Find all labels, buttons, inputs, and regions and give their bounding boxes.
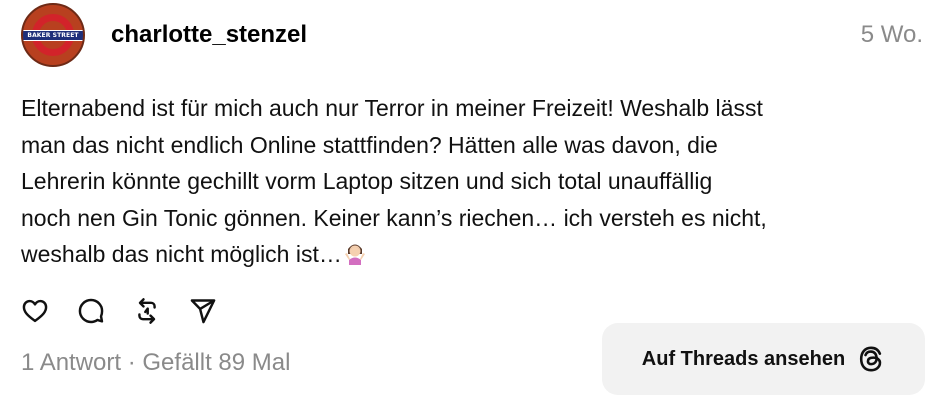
post-timestamp: 5 Wo. bbox=[860, 21, 923, 48]
post-text: Elternabend ist für mich auch nur Terror… bbox=[21, 95, 767, 267]
comment-icon bbox=[78, 298, 104, 324]
view-on-threads-label: Auf Threads ansehen bbox=[641, 347, 846, 370]
heart-icon bbox=[22, 299, 48, 323]
threads-logo-icon bbox=[857, 345, 885, 373]
view-on-threads-button[interactable]: Auf Threads ansehen bbox=[602, 323, 925, 395]
share-button[interactable] bbox=[189, 297, 217, 325]
like-button[interactable] bbox=[21, 297, 49, 325]
threads-post-card: BAKER STREET charlotte_stenzel 5 Wo. Elt… bbox=[0, 0, 950, 404]
post-body: Elternabend ist für mich auch nur Terror… bbox=[21, 90, 936, 273]
avatar[interactable]: BAKER STREET bbox=[21, 3, 85, 67]
action-bar bbox=[21, 295, 245, 327]
woman-shrugging-emoji bbox=[344, 244, 365, 265]
username[interactable]: charlotte_stenzel bbox=[111, 20, 307, 50]
send-icon bbox=[190, 299, 216, 324]
repost-icon bbox=[138, 298, 156, 324]
engagement-summary[interactable]: 1 Antwort · Gefällt 89 Mal bbox=[21, 348, 290, 378]
repost-button[interactable] bbox=[133, 297, 161, 325]
avatar-sign-text: BAKER STREET bbox=[23, 30, 83, 41]
comment-button[interactable] bbox=[77, 297, 105, 325]
